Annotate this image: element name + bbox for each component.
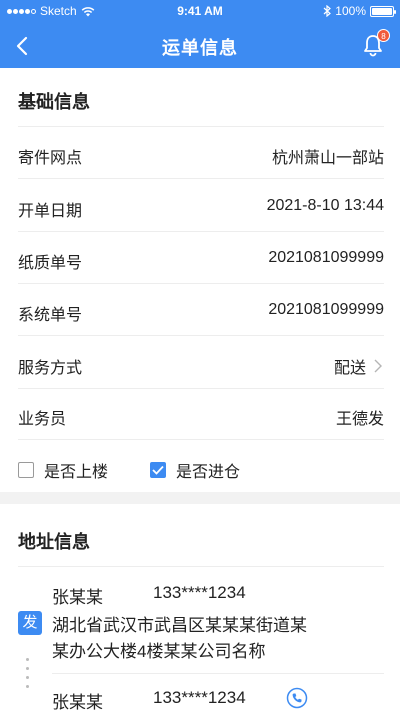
row-label: 纸质单号 [18, 255, 83, 272]
warehouse-checkbox[interactable]: 是否进仓 [150, 458, 240, 482]
route-dots [26, 658, 30, 694]
battery-icon [370, 5, 396, 17]
row-label: 业务员 [18, 411, 67, 428]
info-row-outlet: 寄件网点 杭州萧山一部站 [18, 127, 384, 179]
contact-divider [52, 673, 384, 674]
row-value: 2021081099999 [268, 301, 384, 318]
row-value: 配送 [334, 354, 382, 378]
checkbox-label: 是否进仓 [176, 464, 241, 481]
row-value: 杭州萧山一部站 [271, 150, 384, 167]
info-row-system-no: 系统单号 2021081099999 [18, 284, 384, 336]
upstairs-checkbox[interactable]: 是否上楼 [18, 458, 108, 482]
basic-info-title: 基础信息 [18, 92, 90, 112]
battery-percent: 100% [335, 4, 366, 18]
notification-button[interactable]: 8 [360, 29, 390, 58]
sender-address: 湖北省武汉市武昌区某某某街道某 某办公大楼4楼某某公司名称 [52, 613, 352, 665]
checkbox-unchecked[interactable] [18, 462, 34, 478]
nav-bar: 运单信息 8 [0, 24, 400, 68]
info-row-paper-no: 纸质单号 2021081099999 [18, 232, 384, 284]
row-label: 系统单号 [18, 307, 83, 324]
row-label: 服务方式 [18, 360, 83, 377]
page-title: 运单信息 [162, 38, 238, 58]
section-gap [0, 492, 400, 504]
row-label: 寄件网点 [18, 150, 83, 167]
checkbox-label: 是否上楼 [44, 464, 109, 481]
service-value: 配送 [333, 360, 366, 377]
row-value: 2021081099999 [268, 249, 384, 266]
receiver-name: 张某某 [52, 693, 103, 711]
address-info-title: 地址信息 [18, 532, 90, 552]
row-label: 开单日期 [18, 203, 83, 220]
checkbox-checked[interactable] [150, 462, 166, 478]
phone-icon [286, 687, 308, 709]
status-right: 100% [323, 4, 396, 18]
row-value: 王德发 [335, 411, 384, 428]
address-line: 湖北省武汉市武昌区某某某街道某 [52, 616, 307, 635]
receiver-phone[interactable]: 133****1234 [153, 688, 246, 708]
sender-tag: 发 [18, 611, 42, 635]
info-row-service[interactable]: 服务方式 配送 [18, 337, 384, 389]
checkmark-icon [152, 465, 164, 475]
notification-badge: 8 [377, 29, 390, 42]
row-value: 2021-8-10 13:44 [266, 197, 384, 214]
status-bar: Sketch 9:41 AM 100% [0, 0, 400, 24]
address-line: 某办公大楼4楼某某公司名称 [52, 642, 266, 661]
call-button[interactable] [286, 687, 308, 709]
sender-name: 张某某 [52, 588, 103, 607]
section-divider [18, 566, 384, 567]
sender-phone[interactable]: 133****1234 [153, 583, 246, 603]
chevron-right-icon [374, 359, 382, 373]
bluetooth-icon [323, 5, 332, 17]
info-row-date: 开单日期 2021-8-10 13:44 [18, 180, 384, 232]
info-row-salesman: 业务员 王德发 [18, 388, 384, 440]
checkbox-row: 是否上楼 是否进仓 [18, 450, 384, 490]
